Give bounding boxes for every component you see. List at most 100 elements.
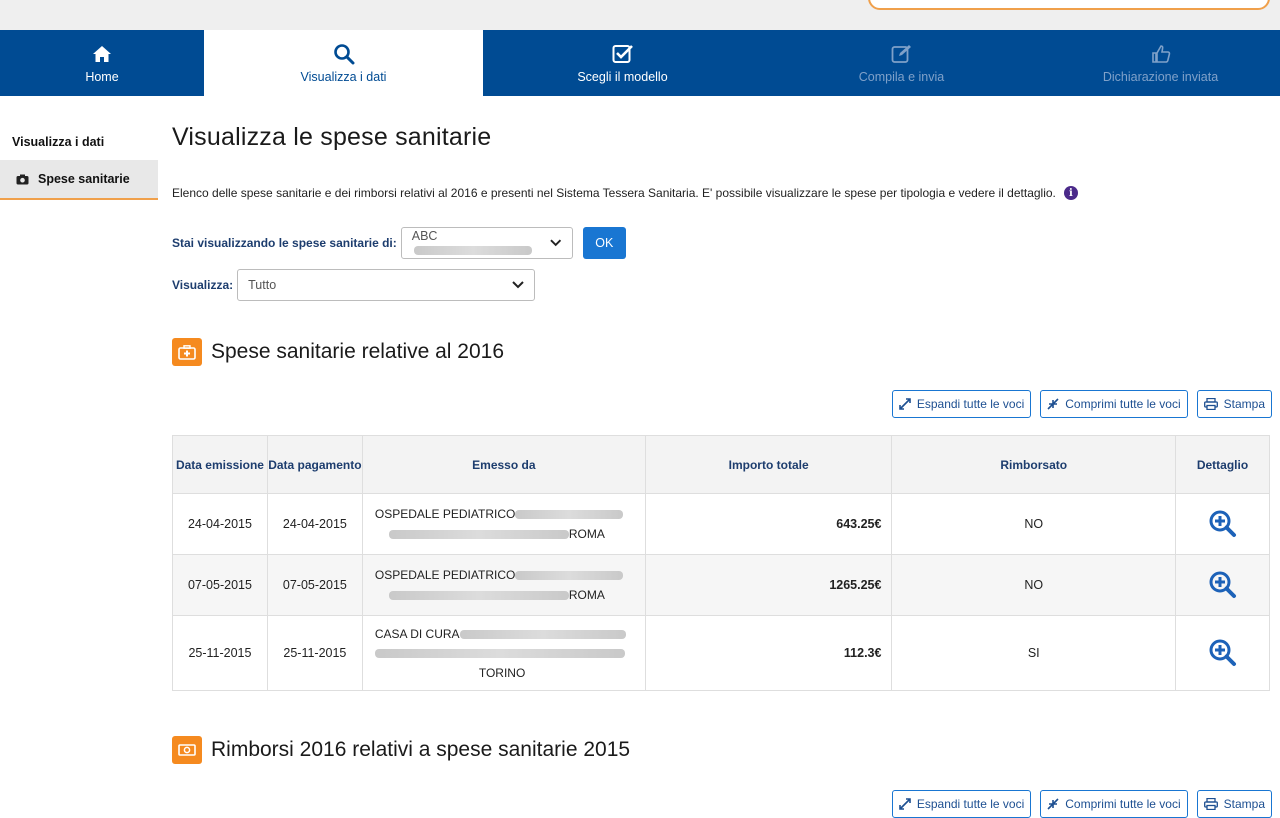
step-dichiarazione-inviata: Dichiarazione inviata — [1041, 30, 1280, 96]
camera-icon — [16, 174, 29, 184]
step-label-visualizza: Visualizza i dati — [300, 70, 387, 84]
col-header-importo-totale: Importo totale — [644, 435, 893, 494]
person-label: Stai visualizzando le spese sanitarie di… — [172, 236, 397, 250]
search-icon — [333, 42, 355, 66]
zoom-in-icon — [1209, 571, 1236, 598]
table-row: 25-11-2015 25-11-2015 CASA DI CURA TORIN… — [172, 615, 1270, 691]
print-label: Stampa — [1223, 797, 1265, 811]
cell-data-emissione: 25-11-2015 — [172, 615, 268, 691]
emesso-city: ROMA — [568, 588, 605, 602]
view-selector-row: Visualizza: Tutto — [172, 269, 1272, 301]
expand-icon — [899, 398, 911, 410]
edit-icon — [891, 42, 913, 66]
step-label-compila: Compila e invia — [858, 70, 945, 84]
expand-all-label: Espandi tutte le voci — [916, 397, 1025, 411]
print-button[interactable]: Stampa — [1196, 790, 1272, 818]
cell-importo: 643.25€ — [644, 493, 893, 555]
col-header-dettaglio: Dettaglio — [1175, 435, 1270, 494]
expand-all-button[interactable]: Espandi tutte le voci — [891, 390, 1032, 418]
cell-rimborsato: SI — [891, 615, 1177, 691]
step-label-home: Home — [85, 70, 119, 84]
sidebar: Visualizza i dati Spese sanitarie — [0, 96, 158, 200]
cell-rimborsato: NO — [891, 554, 1177, 616]
cell-rimborsato: NO — [891, 493, 1177, 555]
cell-data-pagamento: 24-04-2015 — [266, 493, 363, 555]
step-label-scegli: Scegli il modello — [577, 70, 668, 84]
emesso-city: ROMA — [568, 527, 605, 541]
print-label: Stampa — [1223, 397, 1265, 411]
step-visualizza-dati[interactable]: Visualizza i dati — [204, 30, 483, 96]
redacted-text — [459, 629, 626, 639]
ok-button[interactable]: OK — [582, 227, 626, 259]
cell-dettaglio — [1175, 615, 1270, 691]
cell-data-emissione: 24-04-2015 — [172, 493, 268, 555]
header-search-box[interactable] — [868, 0, 1270, 10]
table-header-row: Data emissione Data pagamento Emesso da … — [172, 435, 1270, 494]
redacted-text — [515, 571, 624, 581]
cell-data-emissione: 07-05-2015 — [172, 554, 268, 616]
person-select[interactable]: ABC — [400, 227, 573, 259]
sidebar-item-spese-sanitarie[interactable]: Spese sanitarie — [0, 160, 158, 200]
spese-table: Data emissione Data pagamento Emesso da … — [172, 435, 1270, 691]
section-spese-header: Spese sanitarie relative al 2016 — [172, 338, 1272, 366]
checkbox-icon — [612, 42, 634, 66]
expand-all-label: Espandi tutte le voci — [916, 797, 1025, 811]
step-compila-invia: Compila e invia — [762, 30, 1041, 96]
cell-importo: 112.3€ — [644, 615, 893, 691]
info-icon[interactable]: i — [1063, 186, 1078, 200]
zoom-in-icon — [1209, 510, 1236, 537]
main-content: Visualizza le spese sanitarie Elenco del… — [172, 96, 1272, 818]
cell-dettaglio — [1175, 554, 1270, 616]
chevron-down-icon — [550, 239, 562, 247]
collapse-all-button[interactable]: Comprimi tutte le voci — [1040, 790, 1188, 818]
emesso-name: OSPEDALE PEDIATRICO — [374, 507, 516, 521]
table-tools: Espandi tutte le voci Comprimi tutte le … — [172, 390, 1272, 418]
top-bar — [0, 0, 1280, 30]
cell-importo: 1265.25€ — [644, 554, 893, 616]
step-home[interactable]: Home — [0, 30, 204, 96]
print-button[interactable]: Stampa — [1196, 390, 1272, 418]
page-title: Visualizza le spese sanitarie — [172, 123, 492, 151]
cell-emesso-da: CASA DI CURA TORINO — [361, 615, 646, 691]
expand-all-button[interactable]: Espandi tutte le voci — [891, 790, 1032, 818]
view-select[interactable]: Tutto — [237, 269, 536, 301]
cell-data-pagamento: 25-11-2015 — [266, 615, 363, 691]
step-navigation: Home Visualizza i dati Scegli il modello… — [0, 30, 1280, 96]
medical-kit-icon — [172, 338, 202, 366]
sidebar-title: Visualizza i dati — [12, 135, 105, 149]
person-selector-row: Stai visualizzando le spese sanitarie di… — [172, 227, 1272, 259]
detail-button[interactable] — [1176, 509, 1269, 539]
cell-dettaglio — [1175, 493, 1270, 555]
step-scegli-modello[interactable]: Scegli il modello — [483, 30, 762, 96]
thumbs-up-icon — [1151, 42, 1171, 66]
step-label-dichiarazione: Dichiarazione inviata — [1102, 70, 1219, 84]
cell-data-pagamento: 07-05-2015 — [266, 554, 363, 616]
person-select-value: ABC — [412, 229, 551, 257]
collapse-all-label: Comprimi tutte le voci — [1065, 397, 1181, 411]
emesso-name: CASA DI CURA — [374, 626, 460, 641]
cell-emesso-da: OSPEDALE PEDIATRICO ROMA — [361, 493, 646, 555]
money-icon — [172, 736, 202, 764]
home-icon — [92, 42, 112, 66]
col-header-data-pagamento: Data pagamento — [266, 435, 363, 494]
redacted-name — [413, 246, 532, 256]
redacted-text — [374, 648, 625, 658]
redacted-text — [388, 591, 569, 601]
redacted-text — [515, 510, 624, 520]
sidebar-item-label: Spese sanitarie — [38, 172, 130, 186]
col-header-emesso-da: Emesso da — [361, 435, 646, 494]
section-rimborsi-header: Rimborsi 2016 relativi a spese sanitarie… — [172, 736, 1272, 764]
detail-button[interactable] — [1176, 570, 1269, 600]
print-icon — [1203, 398, 1218, 410]
rimborsi-table-tools: Espandi tutte le voci Comprimi tutte le … — [172, 790, 1272, 818]
view-label: Visualizza: — [172, 278, 234, 292]
intro-text: Elenco delle spese sanitarie e dei rimbo… — [172, 186, 1272, 200]
zoom-in-icon — [1209, 639, 1236, 666]
collapse-all-label: Comprimi tutte le voci — [1065, 797, 1181, 811]
section-spese-title: Spese sanitarie relative al 2016 — [211, 340, 505, 363]
detail-button[interactable] — [1176, 638, 1269, 668]
person-value-text: ABC — [411, 229, 438, 243]
section-rimborsi-title: Rimborsi 2016 relativi a spese sanitarie… — [211, 738, 631, 761]
collapse-all-button[interactable]: Comprimi tutte le voci — [1040, 390, 1188, 418]
table-row: 07-05-2015 07-05-2015 OSPEDALE PEDIATRIC… — [172, 554, 1270, 616]
